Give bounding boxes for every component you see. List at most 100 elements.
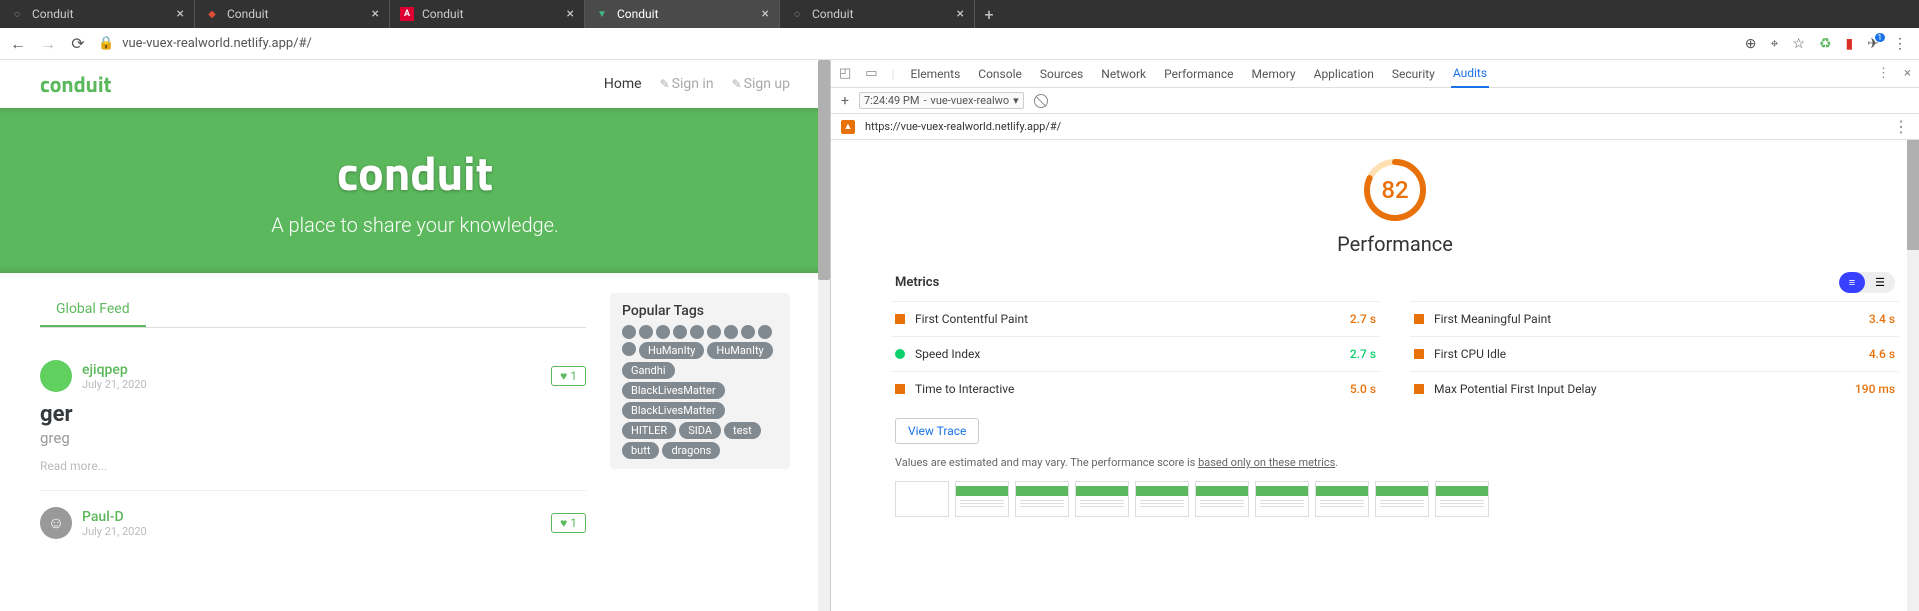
translate-icon[interactable]: ⌖ [1771, 36, 1779, 52]
nav-signin[interactable]: ✎Sign in [660, 76, 714, 92]
panel-sources[interactable]: Sources [1038, 61, 1085, 87]
edit-icon: ✎ [660, 77, 670, 91]
author-link[interactable]: Paul-D [82, 509, 147, 525]
scrollbar[interactable] [818, 60, 830, 611]
scrollbar-thumb[interactable] [818, 60, 830, 280]
metric-row: Speed Index2.7 s [891, 336, 1380, 371]
back-button[interactable]: ← [8, 34, 28, 54]
view-trace-button[interactable]: View Trace [895, 418, 979, 444]
favicon-angular: A [400, 7, 414, 21]
forward-button[interactable]: → [38, 34, 58, 54]
close-icon[interactable]: × [957, 6, 964, 22]
inspect-icon[interactable]: ◰ [839, 66, 851, 81]
metric-name: Time to Interactive [915, 382, 1350, 396]
disclaimer-link[interactable]: based only on these metrics [1198, 456, 1335, 469]
like-button[interactable]: ♥ 1 [551, 366, 586, 386]
tag-pill[interactable] [741, 325, 755, 339]
tag-pill[interactable] [724, 325, 738, 339]
browser-tab[interactable]: ◌ Conduit × [780, 0, 975, 28]
tag-pill[interactable]: butt [622, 442, 659, 459]
tag-pill[interactable] [656, 325, 670, 339]
tag-pill[interactable] [707, 325, 721, 339]
tag-pill[interactable]: HuManIty [707, 342, 772, 359]
browser-tab[interactable]: ◆ Conduit × [195, 0, 390, 28]
tag-pill[interactable]: BlackLivesMatter [622, 382, 725, 399]
tag-pill[interactable] [690, 325, 704, 339]
settings-icon[interactable]: ⋮ [1877, 66, 1890, 81]
browser-tab[interactable]: ◌ Conduit × [0, 0, 195, 28]
tag-pill[interactable]: SIDA [679, 422, 721, 439]
tag-pill[interactable] [622, 342, 636, 356]
favicon-ember: ◆ [205, 7, 219, 21]
close-icon[interactable]: × [762, 6, 769, 22]
panel-memory[interactable]: Memory [1250, 61, 1298, 87]
panel-security[interactable]: Security [1390, 61, 1437, 87]
panel-application[interactable]: Application [1312, 61, 1376, 87]
article-date: July 21, 2020 [82, 378, 147, 391]
tag-pill[interactable] [758, 325, 772, 339]
tab-global-feed[interactable]: Global Feed [40, 293, 146, 327]
more-icon[interactable]: ⋮ [1893, 117, 1909, 136]
browser-tab[interactable]: ▼ Conduit × [585, 0, 780, 28]
heart-icon: ♥ [560, 516, 567, 530]
status-dot [895, 349, 905, 359]
close-icon[interactable]: × [1904, 66, 1911, 81]
like-count: 1 [570, 369, 577, 383]
bookmark-icon[interactable]: ☆ [1792, 36, 1805, 52]
panel-console[interactable]: Console [976, 61, 1024, 87]
close-icon[interactable]: × [372, 6, 379, 22]
extension-icon[interactable]: ▮ [1846, 36, 1854, 52]
close-icon[interactable]: × [567, 6, 574, 22]
banner-title: conduit [0, 136, 830, 209]
scrollbar[interactable] [1907, 140, 1919, 611]
author-link[interactable]: ejiqpep [82, 362, 147, 378]
app-navbar: conduit Home ✎Sign in ✎Sign up [0, 60, 830, 108]
nav-home[interactable]: Home [604, 76, 642, 92]
tag-pill[interactable]: dragons [662, 442, 720, 459]
audit-run-dropdown[interactable]: 7:24:49 PM - vue-vuex-realwo ▾ [859, 92, 1024, 109]
view-toggle[interactable]: ≡ ☰ [1839, 272, 1895, 293]
avatar[interactable] [40, 360, 72, 392]
nav-links: Home ✎Sign in ✎Sign up [604, 76, 790, 92]
tag-pill[interactable] [639, 325, 653, 339]
panel-audits[interactable]: Audits [1451, 60, 1489, 88]
read-more-link[interactable]: Read more... [40, 459, 107, 473]
tag-pill[interactable]: test [724, 422, 761, 439]
nav-signup[interactable]: ✎Sign up [732, 76, 790, 92]
reload-button[interactable]: ⟳ [68, 34, 88, 53]
toggle-compact[interactable]: ≡ [1839, 272, 1865, 293]
lock-icon: 🔒 [98, 36, 114, 51]
avatar[interactable]: ☺ [40, 507, 72, 539]
install-icon[interactable]: ⊕ [1745, 36, 1757, 52]
panel-network[interactable]: Network [1099, 61, 1148, 87]
menu-icon[interactable]: ⋮ [1893, 36, 1907, 52]
tag-pill[interactable]: BlackLivesMatter [622, 402, 725, 419]
tag-pill[interactable]: HuManIty [639, 342, 704, 359]
new-audit-button[interactable]: + [841, 93, 849, 109]
url-input[interactable]: 🔒 vue-vuex-realworld.netlify.app/#/ [98, 36, 1735, 51]
panel-elements[interactable]: Elements [909, 61, 963, 87]
close-icon[interactable]: × [177, 6, 184, 22]
scrollbar-thumb[interactable] [1907, 140, 1919, 250]
toggle-expanded[interactable]: ☰ [1865, 272, 1895, 293]
tag-pill[interactable] [622, 325, 636, 339]
extension-icon[interactable]: ♻ [1819, 36, 1832, 52]
article-title[interactable]: ger [40, 402, 586, 427]
panel-performance[interactable]: Performance [1162, 61, 1235, 87]
metric-value: 3.4 s [1869, 312, 1895, 326]
metric-row: Time to Interactive5.0 s [891, 371, 1380, 406]
tag-pill[interactable] [673, 325, 687, 339]
banner-subtitle: A place to share your knowledge. [0, 213, 830, 237]
filmstrip-frame [1135, 481, 1189, 517]
clear-icon[interactable] [1034, 94, 1048, 108]
browser-tab[interactable]: A Conduit × [390, 0, 585, 28]
tag-pill[interactable]: HITLER [622, 422, 676, 439]
brand-logo[interactable]: conduit [40, 67, 112, 101]
new-tab-button[interactable]: + [975, 0, 1003, 28]
metric-row: First CPU Idle4.6 s [1410, 336, 1899, 371]
metric-value: 190 ms [1855, 382, 1895, 396]
extension-icon[interactable]: ✈1 [1867, 36, 1879, 52]
device-icon[interactable]: ▭ [865, 66, 877, 81]
tag-pill[interactable]: Gandhi [622, 362, 675, 379]
like-button[interactable]: ♥ 1 [551, 513, 586, 533]
